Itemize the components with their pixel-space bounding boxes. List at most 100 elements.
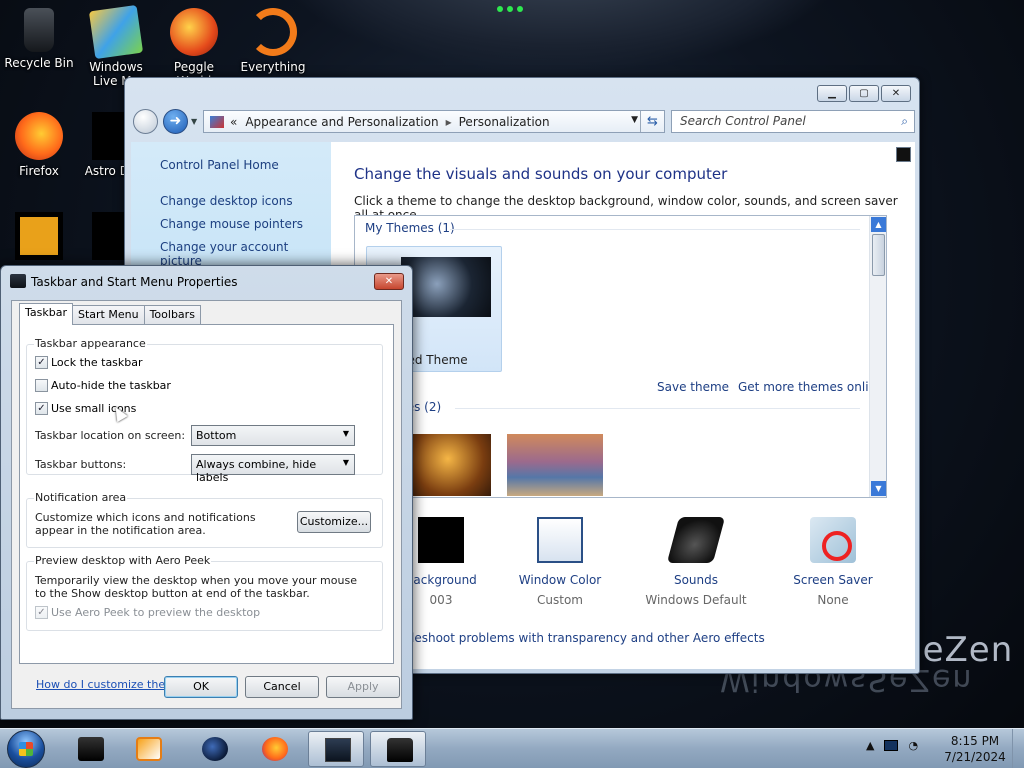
themes-scrollbar[interactable]: ▲ ▼	[869, 216, 886, 497]
maximize-button[interactable]: ▢	[849, 85, 879, 102]
forward-button[interactable]: ➜	[163, 109, 188, 134]
breadcrumb-separator-icon[interactable]: ▸	[446, 115, 452, 129]
firefox-icon	[15, 112, 63, 160]
breadcrumb-appearance[interactable]: Appearance and Personalization	[245, 115, 438, 129]
aero-troubleshoot-link[interactable]: leshoot problems with transparency and o…	[411, 631, 765, 645]
small-icons-checkbox[interactable]: ✓	[35, 402, 48, 415]
lock-taskbar-option[interactable]: ✓ Lock the taskbar	[35, 356, 143, 369]
taskbar-app-firefox[interactable]	[246, 731, 302, 767]
breadcrumb-personalization[interactable]: Personalization	[459, 115, 550, 129]
change-desktop-icons-link[interactable]: Change desktop icons	[160, 194, 293, 208]
taskbar-location-select[interactable]: Bottom ▼	[191, 425, 355, 446]
desktop-icon-peggle-world[interactable]: Peggle World	[158, 8, 230, 88]
search-icon[interactable]: ⌕	[901, 111, 908, 132]
taskbar-buttons-select[interactable]: Always combine, hide labels ▼	[191, 454, 355, 484]
window-color-label[interactable]: Window Color	[495, 573, 625, 587]
screen-saver-item[interactable]: Screen Saver None	[768, 517, 898, 607]
taskbar-app-globe[interactable]	[186, 731, 242, 767]
aero-peek-label: Use Aero Peek to preview the desktop	[51, 606, 261, 619]
navigation-bar: ➜ ▼ « Appearance and Personalization ▸ P…	[133, 108, 915, 136]
auto-hide-checkbox[interactable]	[35, 379, 48, 392]
recycle-bin-icon	[24, 8, 54, 52]
dialog-close-button[interactable]: ✕	[374, 273, 404, 290]
tray-expand-icon[interactable]: ▲	[866, 739, 874, 752]
customize-button[interactable]: Customize...	[297, 511, 371, 533]
tab-taskbar[interactable]: Taskbar	[19, 303, 73, 325]
lock-taskbar-checkbox[interactable]: ✓	[35, 356, 48, 369]
address-bar[interactable]: « Appearance and Personalization ▸ Perso…	[203, 110, 665, 133]
windows-live-mail-icon	[88, 4, 144, 60]
desktop-icon-label: Recycle Bin	[4, 56, 74, 70]
desktop-icon-windows-live-mail[interactable]: Windows Live Ma	[80, 4, 152, 88]
aero-peek-group: Preview desktop with Aero Peek Temporari…	[26, 554, 383, 631]
chevron-down-icon: ▼	[342, 429, 349, 438]
taskbar-app-control-panel[interactable]	[308, 731, 364, 767]
change-account-picture-link[interactable]: Change your account picture	[160, 240, 331, 268]
desktop-icon-internet-explorer[interactable]	[3, 212, 75, 264]
control-panel-home-link[interactable]: Control Panel Home	[160, 158, 279, 172]
apply-button[interactable]: Apply	[326, 676, 400, 698]
theme-thumbnail	[401, 257, 491, 317]
volume-icon[interactable]: ◔	[908, 739, 918, 752]
address-dropdown-icon[interactable]: ▼	[631, 115, 638, 125]
desktop-icon-recycle-bin[interactable]: Recycle Bin	[3, 8, 75, 70]
scroll-up-icon[interactable]: ▲	[871, 217, 886, 232]
my-themes-group-label: My Themes (1)	[365, 221, 455, 235]
cancel-button[interactable]: Cancel	[245, 676, 319, 698]
dialog-body: Taskbar Start Menu Toolbars Taskbar appe…	[11, 300, 402, 709]
recent-pages-dropdown[interactable]: ▼	[191, 117, 197, 126]
group-title: Preview desktop with Aero Peek	[34, 554, 212, 567]
group-title: Taskbar appearance	[34, 337, 147, 350]
lock-taskbar-label[interactable]: Lock the taskbar	[51, 356, 143, 369]
breadcrumb-overflow[interactable]: «	[230, 115, 237, 129]
taskbar-app-computer[interactable]	[62, 731, 118, 767]
start-button[interactable]	[7, 730, 45, 768]
taskbar-app-media-player[interactable]	[120, 731, 176, 767]
desktop-icon-firefox[interactable]: Firefox	[3, 112, 75, 178]
desktop-icon-label: Firefox	[19, 164, 59, 178]
sounds-item[interactable]: Sounds Windows Default	[631, 517, 761, 607]
tab-start-menu[interactable]: Start Menu	[72, 305, 145, 325]
system-clock[interactable]: 8:15 PM 7/21/2024	[936, 733, 1014, 765]
screen-saver-value: None	[817, 593, 849, 607]
page-title: Change the visuals and sounds on your co…	[354, 165, 728, 183]
search-input[interactable]: Search Control Panel ⌕	[671, 110, 915, 133]
notification-description: Customize which icons and notifications …	[35, 511, 256, 537]
scroll-down-icon[interactable]: ▼	[871, 481, 886, 496]
change-mouse-pointers-link[interactable]: Change mouse pointers	[160, 217, 303, 231]
notification-tray: ▲ ◔	[866, 739, 918, 752]
auto-hide-label[interactable]: Auto-hide the taskbar	[51, 379, 171, 392]
minimize-button[interactable]: ▁	[817, 85, 847, 102]
theme-settings-row: Background 003 Window Color Custom Sound…	[331, 517, 915, 617]
screen-saver-label[interactable]: Screen Saver	[768, 573, 898, 587]
location-label: Taskbar location on screen:	[35, 429, 186, 442]
control-panel-icon	[325, 738, 351, 762]
refresh-icon[interactable]: ⇆	[640, 111, 664, 132]
taskbar: ▲ ◔ 8:15 PM 7/21/2024	[0, 728, 1024, 768]
auto-hide-option[interactable]: Auto-hide the taskbar	[35, 379, 171, 392]
taskbar-properties-dialog: Taskbar and Start Menu Properties ✕ Task…	[0, 265, 413, 720]
show-desktop-button[interactable]	[1012, 729, 1024, 768]
desktop-background-icon	[418, 517, 464, 563]
save-theme-link[interactable]: Save theme	[657, 380, 729, 394]
screen-saver-icon	[810, 517, 856, 563]
ok-button[interactable]: OK	[164, 676, 238, 698]
close-button[interactable]: ✕	[881, 85, 911, 102]
sounds-label[interactable]: Sounds	[631, 573, 761, 587]
taskbar-app-taskbar-properties[interactable]	[370, 731, 426, 767]
desktop-icon-everything[interactable]: Everything	[237, 8, 309, 74]
aero-peek-checkbox: ✓	[35, 606, 48, 619]
get-more-themes-link[interactable]: Get more themes online	[738, 380, 884, 394]
aero-peek-option: ✓ Use Aero Peek to preview the desktop	[35, 606, 260, 619]
theme-thumbnail-landscapes[interactable]	[507, 434, 603, 496]
taskbar-tab-panel: Taskbar appearance ✓ Lock the taskbar Au…	[19, 324, 394, 691]
scrollbar-thumb[interactable]	[872, 234, 885, 276]
help-icon[interactable]	[896, 147, 911, 162]
dialog-tabs: Taskbar Start Menu Toolbars	[19, 303, 201, 325]
tab-toolbars[interactable]: Toolbars	[143, 305, 201, 325]
network-icon[interactable]	[884, 740, 899, 751]
internet-explorer-icon	[15, 212, 63, 260]
aero-peek-description: Temporarily view the desktop when you mo…	[35, 574, 357, 600]
window-color-item[interactable]: Window Color Custom	[495, 517, 625, 607]
back-button[interactable]	[133, 109, 158, 134]
